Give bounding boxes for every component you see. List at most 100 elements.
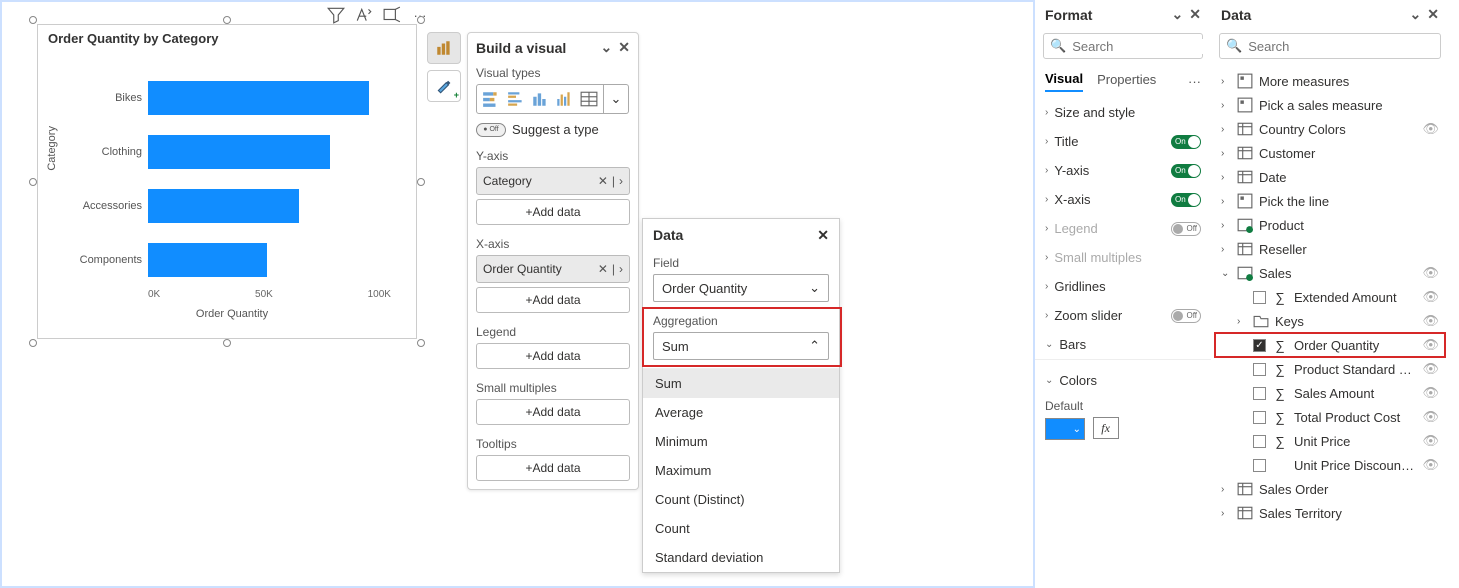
format-title[interactable]: ›TitleOn	[1035, 127, 1211, 156]
measure-table-icon	[1237, 194, 1253, 208]
format-bars[interactable]: ⌄Bars	[1035, 330, 1211, 359]
table-row-sales[interactable]: ⌄Sales👁	[1215, 261, 1445, 285]
legend-add-data-button[interactable]: +Add data	[476, 343, 630, 369]
xaxis-field[interactable]: Order Quantity ✕|›	[476, 255, 630, 283]
toggle-on[interactable]: On	[1171, 193, 1201, 207]
chart-visual[interactable]: Order Quantity by Category Category Bike…	[37, 24, 417, 339]
aggregation-option[interactable]: Count (Distinct)	[643, 485, 839, 514]
canvas-area[interactable]: ··· Order Quantity by Category Category …	[0, 0, 1035, 588]
remove-field-icon[interactable]: ✕	[598, 174, 608, 188]
checkbox[interactable]	[1253, 411, 1266, 424]
field-menu-icon[interactable]: ›	[619, 262, 623, 276]
clustered-bar-icon[interactable]	[507, 90, 525, 108]
color-swatch[interactable]: ⌄	[1045, 418, 1085, 440]
close-icon[interactable]: ✕	[817, 227, 829, 244]
close-icon[interactable]: ✕	[1189, 6, 1201, 23]
bar[interactable]	[148, 135, 330, 169]
field-row[interactable]: Unit Price Discount Pct👁	[1215, 453, 1445, 477]
field-row[interactable]: ∑Product Standard Cost👁	[1215, 357, 1445, 381]
build-visual-icon[interactable]	[427, 32, 461, 64]
bar[interactable]	[148, 81, 369, 115]
visibility-icon[interactable]: 👁	[1422, 289, 1439, 305]
column-chart-icon[interactable]	[531, 90, 549, 108]
table-row[interactable]: ›Country Colors👁	[1215, 117, 1445, 141]
remove-field-icon[interactable]: ✕	[598, 262, 608, 276]
field-select[interactable]: Order Quantity ⌄	[653, 274, 829, 302]
checkbox[interactable]	[1253, 435, 1266, 448]
tab-visual[interactable]: Visual	[1045, 71, 1083, 92]
visibility-icon[interactable]: 👁	[1422, 337, 1439, 353]
format-paint-icon[interactable]: +	[427, 70, 461, 102]
small-add-data-button[interactable]: +Add data	[476, 399, 630, 425]
checkbox[interactable]	[1253, 459, 1266, 472]
table-row[interactable]: ›Reseller	[1215, 237, 1445, 261]
aggregation-option[interactable]: Average	[643, 398, 839, 427]
fx-button[interactable]: fx	[1093, 417, 1119, 439]
table-row[interactable]: ›Pick a sales measure	[1215, 93, 1445, 117]
xaxis-add-data-button[interactable]: +Add data	[476, 287, 630, 313]
aggregation-option[interactable]: Sum	[643, 369, 839, 398]
visual-types-dropdown[interactable]: ⌄	[604, 84, 629, 114]
tooltips-add-data-button[interactable]: +Add data	[476, 455, 630, 481]
toggle-on[interactable]: On	[1171, 135, 1201, 149]
field-tree: ›More measures ›Pick a sales measure ›Co…	[1211, 67, 1449, 531]
table-row[interactable]: ›Sales Order	[1215, 477, 1445, 501]
field-row-order-quantity[interactable]: ✓∑Order Quantity👁	[1215, 333, 1445, 357]
checkbox-checked[interactable]: ✓	[1253, 339, 1266, 352]
toggle-off[interactable]: Off	[1171, 309, 1201, 323]
table-row[interactable]: ›More measures	[1215, 69, 1445, 93]
field-menu-icon[interactable]: ›	[619, 174, 623, 188]
folder-row[interactable]: ›Keys👁	[1215, 309, 1445, 333]
checkbox[interactable]	[1253, 363, 1266, 376]
visibility-icon[interactable]: 👁	[1422, 361, 1439, 377]
field-row[interactable]: ∑Extended Amount👁	[1215, 285, 1445, 309]
data-search[interactable]: 🔍	[1219, 33, 1441, 59]
table-row[interactable]: ›Customer	[1215, 141, 1445, 165]
stacked-bar-icon[interactable]	[482, 90, 500, 108]
chevron-down-icon[interactable]: ⌄	[601, 39, 613, 56]
format-yaxis[interactable]: ›Y-axisOn	[1035, 156, 1211, 185]
bar[interactable]	[148, 189, 299, 223]
visibility-icon[interactable]: 👁	[1422, 385, 1439, 401]
close-icon[interactable]: ✕	[1427, 6, 1439, 23]
more-options-icon[interactable]: ···	[1188, 74, 1201, 89]
field-row[interactable]: ∑Unit Price👁	[1215, 429, 1445, 453]
aggregation-option[interactable]: Count	[643, 514, 839, 543]
aggregation-option[interactable]: Standard deviation	[643, 543, 839, 572]
aggregation-select[interactable]: Sum ⌃	[653, 332, 829, 360]
suggest-toggle[interactable]: ● Off	[476, 123, 506, 137]
column-chart2-icon[interactable]	[555, 90, 573, 108]
visibility-icon[interactable]: 👁	[1422, 265, 1439, 281]
visibility-icon[interactable]: 👁	[1422, 457, 1439, 473]
visibility-icon[interactable]: 👁	[1422, 409, 1439, 425]
table-row[interactable]: ›Product	[1215, 213, 1445, 237]
field-row[interactable]: ∑Sales Amount👁	[1215, 381, 1445, 405]
format-size-style[interactable]: ›Size and style	[1035, 98, 1211, 127]
visibility-icon[interactable]: 👁	[1422, 313, 1439, 329]
yaxis-field[interactable]: Category ✕|›	[476, 167, 630, 195]
field-row[interactable]: ∑Total Product Cost👁	[1215, 405, 1445, 429]
visibility-icon[interactable]: 👁	[1422, 433, 1439, 449]
chevron-down-icon[interactable]: ⌄	[1410, 6, 1422, 23]
category-label: Accessories	[70, 200, 142, 212]
checkbox[interactable]	[1253, 387, 1266, 400]
table-row[interactable]: ›Date	[1215, 165, 1445, 189]
chevron-down-icon[interactable]: ⌄	[1172, 6, 1184, 23]
table-row[interactable]: ›Sales Territory	[1215, 501, 1445, 525]
bar[interactable]	[148, 243, 267, 277]
yaxis-add-data-button[interactable]: +Add data	[476, 199, 630, 225]
toggle-on[interactable]: On	[1171, 164, 1201, 178]
format-search[interactable]: 🔍	[1043, 33, 1203, 59]
aggregation-option[interactable]: Maximum	[643, 456, 839, 485]
format-zoom-slider[interactable]: ›Zoom sliderOff	[1035, 301, 1211, 330]
aggregation-option[interactable]: Minimum	[643, 427, 839, 456]
table-row[interactable]: ›Pick the line	[1215, 189, 1445, 213]
format-xaxis[interactable]: ›X-axisOn	[1035, 185, 1211, 214]
table-chart-icon[interactable]	[580, 90, 598, 108]
format-gridlines[interactable]: ›Gridlines	[1035, 272, 1211, 301]
checkbox[interactable]	[1253, 291, 1266, 304]
data-search-input[interactable]	[1248, 39, 1434, 54]
close-icon[interactable]: ✕	[618, 39, 630, 56]
visibility-icon[interactable]: 👁	[1422, 121, 1439, 137]
tab-properties[interactable]: Properties	[1097, 72, 1156, 91]
